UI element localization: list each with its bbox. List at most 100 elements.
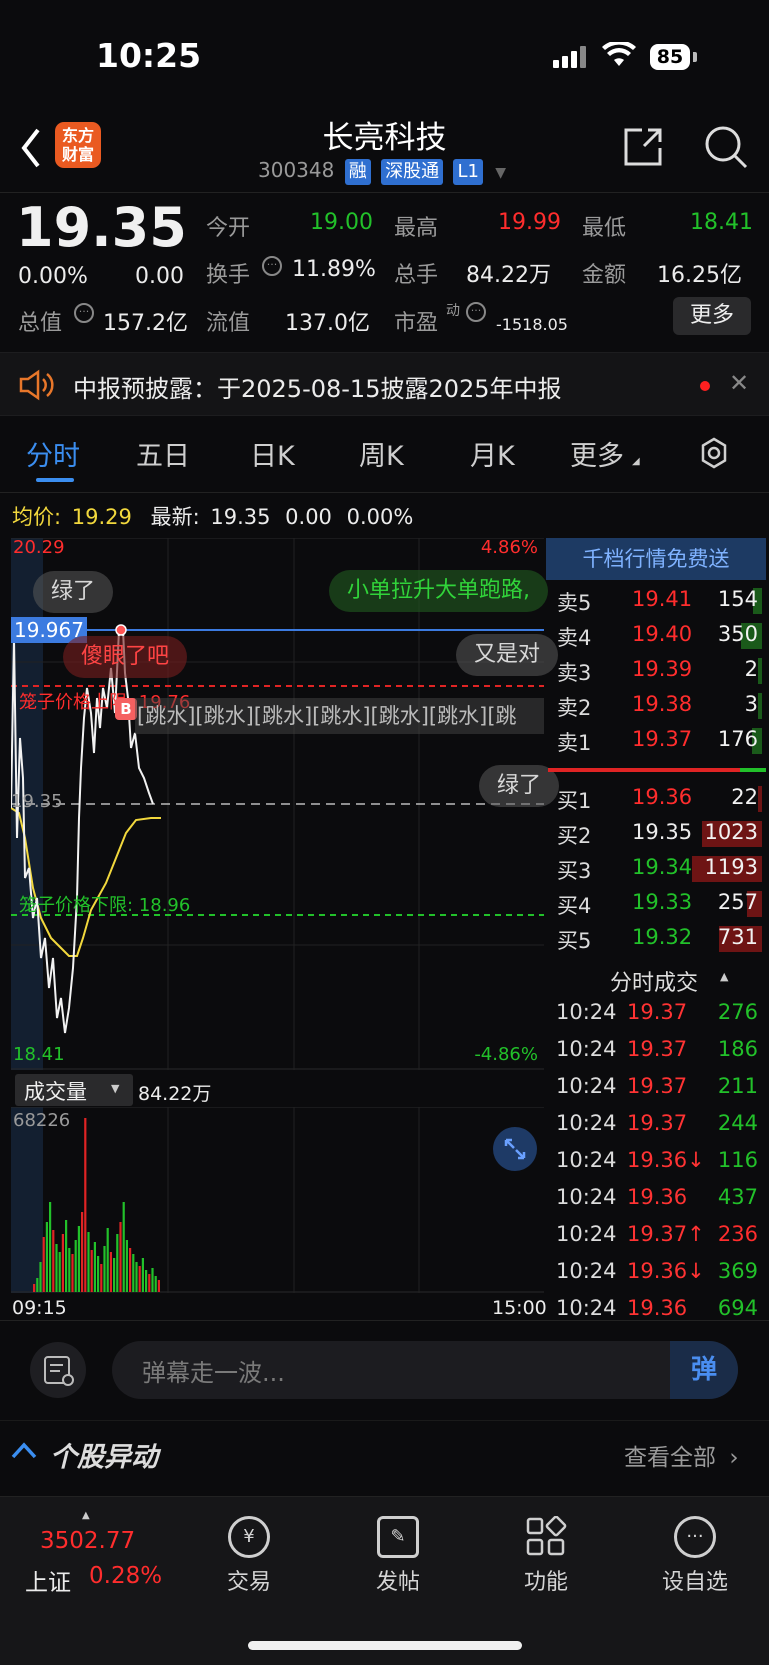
nav-post[interactable]: ✎ 发帖 (343, 1516, 453, 1596)
volume-bar (71, 1254, 74, 1292)
promo-banner[interactable]: 千档行情免费送 (546, 538, 766, 580)
volume-bar (55, 1244, 58, 1292)
tab-intraday[interactable]: 分时 (26, 434, 80, 473)
time-end-label: 15:00 (492, 1297, 547, 1319)
stock-code-row[interactable]: 300348 融 深股通 L1 ▼ (258, 158, 506, 185)
trades-title[interactable]: 分时成交 (610, 965, 698, 997)
search-icon[interactable] (703, 124, 749, 174)
volume-bar (36, 1278, 39, 1292)
share-icon[interactable] (620, 124, 664, 172)
ask-row[interactable]: 卖5 19.41 154 (546, 583, 766, 617)
trade-price: 19.37 (627, 1074, 688, 1098)
nav-trade[interactable]: ¥ 交易 (194, 1516, 304, 1596)
ask-row[interactable]: 卖3 19.39 2 (546, 653, 766, 687)
turnover-value: 11.89% (292, 257, 376, 282)
tab-more[interactable]: 更多 (570, 434, 624, 473)
trade-row: 10:24 19.37 211 (546, 1070, 768, 1106)
bid-row[interactable]: 买2 19.35 1023 (546, 816, 766, 850)
close-icon[interactable]: ✕ (729, 369, 749, 397)
intraday-chart[interactable]: 20.29 4.86% 18.41 -4.86% 19.967 19.35 笼子… (11, 537, 560, 1070)
notice-bar[interactable]: 中报预披露：于2025-08-15披露2025年中报 ✕ (0, 352, 769, 416)
tab-daily-k[interactable]: 日K (250, 434, 295, 473)
trade-time: 10:24 (556, 1222, 617, 1246)
tab-monthly-k[interactable]: 月K (470, 434, 515, 473)
time-start-label: 09:15 (12, 1297, 67, 1319)
index-name[interactable]: 上证 (25, 1563, 71, 1597)
trade-price: 19.37↑ (627, 1222, 705, 1246)
bid-qty: 1193 (704, 855, 758, 879)
pct-top-label: 4.86% (480, 537, 538, 558)
ask-row[interactable]: 卖4 19.40 350 (546, 618, 766, 652)
pct-bottom-label: -4.86% (474, 1044, 538, 1065)
trade-row: 10:24 19.36 437 (546, 1181, 768, 1217)
chevron-up-icon[interactable] (10, 1440, 38, 1464)
chevron-down-icon: ◢ (632, 456, 640, 467)
trade-row: 10:24 19.37 244 (546, 1107, 768, 1143)
tabs-divider (0, 492, 769, 493)
comment-list-icon[interactable] (30, 1342, 86, 1398)
amount-value: 16.25亿 (657, 263, 742, 288)
tag-level: L1 (453, 159, 483, 185)
nav-functions[interactable]: 功能 (491, 1515, 601, 1596)
trade-time: 10:24 (556, 1074, 617, 1098)
nav-trade-label: 交易 (226, 1570, 271, 1595)
volume-bar (39, 1262, 42, 1292)
more-button[interactable]: 更多 (673, 297, 751, 335)
chevron-down-icon: ▼ (111, 1082, 120, 1095)
ask-qty: 154 (717, 587, 758, 611)
nav-add-watchlist[interactable]: ··· 设自选 (640, 1516, 750, 1596)
float-label: 流值 (206, 311, 251, 336)
volume-selector[interactable]: 成交量 ▼ (15, 1074, 133, 1106)
mktcap-value: 157.2亿 (103, 311, 188, 336)
info-icon[interactable]: ··· (262, 256, 282, 276)
volume-bar (93, 1242, 96, 1292)
tab-weekly-k[interactable]: 周K (359, 434, 404, 473)
pe-sup: 动 (446, 303, 460, 319)
bid-row[interactable]: 买3 19.34 1193 (546, 851, 766, 885)
ask-qty-bar (758, 693, 762, 719)
index-value[interactable]: 3502.77 (40, 1528, 135, 1554)
ask-level-label: 卖5 (557, 591, 592, 615)
bid-row[interactable]: 买5 19.32 731 (546, 921, 766, 955)
float-value: 137.0亿 (285, 311, 370, 336)
ask-row[interactable]: 卖2 19.38 3 (546, 688, 766, 722)
tab-five-day[interactable]: 五日 (136, 434, 190, 473)
bid-level-label: 买1 (557, 789, 592, 813)
send-danmaku-button[interactable]: 弹 (670, 1341, 738, 1399)
info-icon[interactable]: ··· (74, 303, 94, 323)
section-title: 个股异动 (50, 1442, 158, 1473)
high-value: 19.99 (498, 210, 561, 235)
volume-bar (125, 1240, 128, 1292)
danmaku-input[interactable]: 弹幕走一波... (112, 1341, 738, 1399)
volume-bar (109, 1252, 112, 1292)
ask-level-label: 卖4 (557, 626, 592, 650)
gear-icon[interactable] (697, 436, 731, 474)
info-icon[interactable]: ··· (466, 302, 486, 322)
current-price: 19.35 (16, 196, 187, 259)
ask-row[interactable]: 卖1 19.37 176 (546, 723, 766, 757)
change-value: 0.00 (135, 264, 184, 289)
battery-indicator: 85 (650, 44, 690, 70)
bid-qty: 22 (731, 785, 758, 809)
volume-bar (151, 1268, 154, 1292)
expand-icon[interactable] (493, 1127, 537, 1171)
volume-bar (141, 1258, 144, 1292)
danmaku-item: 小单拉升大单跑路, (329, 570, 548, 612)
volume-bar (100, 1264, 103, 1292)
bid-row[interactable]: 买4 19.33 257 (546, 886, 766, 920)
ask-price: 19.38 (632, 692, 693, 716)
chevron-down-icon: ▼ (495, 165, 507, 181)
index-pct[interactable]: 0.28% (89, 1563, 162, 1589)
bid-price: 19.32 (632, 925, 693, 949)
open-value: 19.00 (310, 210, 373, 235)
volume-bar (138, 1266, 141, 1292)
trade-time: 10:24 (556, 1148, 617, 1172)
view-all-link[interactable]: 查看全部 › (624, 1438, 739, 1472)
volume-bar (33, 1284, 36, 1292)
trade-price: 19.36↓ (627, 1148, 705, 1172)
bid-level-label: 买4 (557, 894, 592, 918)
trade-volume: 437 (717, 1185, 758, 1209)
avg-value: 19.29 (71, 505, 132, 529)
buy-marker[interactable]: B (115, 698, 137, 720)
bid-row[interactable]: 买1 19.36 22 (546, 781, 766, 815)
